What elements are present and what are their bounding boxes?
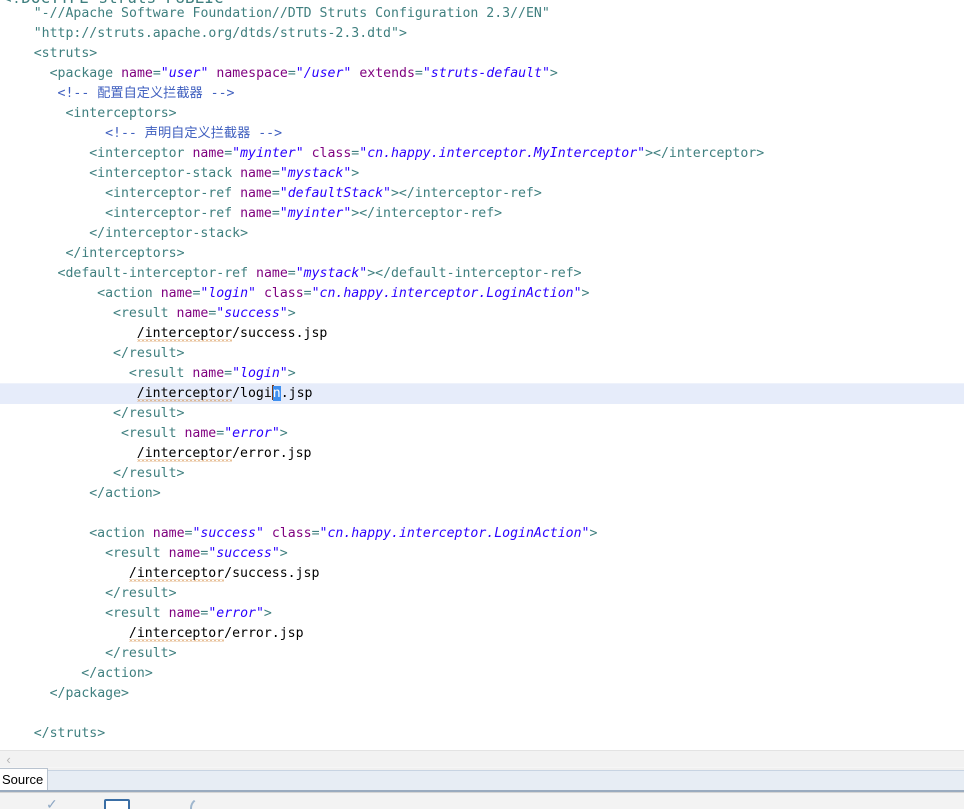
code-line[interactable]: <package name="user" namespace="/user" e… xyxy=(0,64,964,84)
code-line[interactable]: <result name="error"> xyxy=(0,604,964,624)
clipped-bottom-toolbar[interactable]: ✓ xyxy=(0,792,964,809)
code-line[interactable]: <interceptor-ref name="defaultStack"></i… xyxy=(0,184,964,204)
code-line[interactable]: </action> xyxy=(0,484,964,504)
code-line[interactable]: <interceptor-ref name="myinter"></interc… xyxy=(0,204,964,224)
code-line[interactable]: <struts> xyxy=(0,44,964,64)
partial-toolbar-icon-arc[interactable] xyxy=(190,796,220,809)
code-line[interactable]: </result> xyxy=(0,344,964,364)
code-line[interactable]: </package> xyxy=(0,684,964,704)
code-line[interactable]: </result> xyxy=(0,404,964,424)
source-editor-area[interactable]: <!DOCTYPE struts PUBLIC "-//Apache Softw… xyxy=(0,0,964,750)
partial-toolbar-icon-left[interactable]: ✓ xyxy=(46,797,58,809)
code-line[interactable]: <default-interceptor-ref name="mystack">… xyxy=(0,264,964,284)
horizontal-scrollbar[interactable]: ‹ xyxy=(0,750,964,769)
code-line[interactable]: <interceptor name="myinter" class="cn.ha… xyxy=(0,144,964,164)
code-line[interactable] xyxy=(0,504,964,524)
code-line[interactable]: </result> xyxy=(0,464,964,484)
code-line[interactable]: /interceptor/success.jsp xyxy=(0,324,964,344)
code-line[interactable]: <action name="success" class="cn.happy.i… xyxy=(0,524,964,544)
code-line[interactable]: <interceptors> xyxy=(0,104,964,124)
code-line[interactable]: "http://struts.apache.org/dtds/struts-2.… xyxy=(0,24,964,44)
code-line[interactable]: </struts> xyxy=(0,724,964,744)
code-line[interactable]: <result name="success"> xyxy=(0,304,964,324)
code-line[interactable]: <result name="success"> xyxy=(0,544,964,564)
code-line[interactable]: <!-- 声明自定义拦截器 --> xyxy=(0,124,964,144)
code-line[interactable]: <result name="login"> xyxy=(0,364,964,384)
code-line[interactable]: <action name="login" class="cn.happy.int… xyxy=(0,284,964,304)
code-line[interactable]: </interceptors> xyxy=(0,244,964,264)
code-line[interactable]: "-//Apache Software Foundation//DTD Stru… xyxy=(0,4,964,24)
code-line[interactable]: <interceptor-stack name="mystack"> xyxy=(0,164,964,184)
tab-source[interactable]: Source xyxy=(0,768,49,791)
tab-strip-background xyxy=(0,770,964,791)
code-line[interactable]: <result name="error"> xyxy=(0,424,964,444)
code-line[interactable] xyxy=(0,704,964,724)
code-line[interactable]: </result> xyxy=(0,584,964,604)
code-line[interactable]: </interceptor-stack> xyxy=(0,224,964,244)
code-line[interactable]: /interceptor/error.jsp xyxy=(0,624,964,644)
code-line[interactable]: </result> xyxy=(0,644,964,664)
editor-tab-strip[interactable]: Source xyxy=(0,768,964,792)
scroll-left-arrow-icon[interactable]: ‹ xyxy=(2,752,15,767)
code-line[interactable]: /interceptor/success.jsp xyxy=(0,564,964,584)
code-line[interactable]: <!-- 配置自定义拦截器 --> xyxy=(0,84,964,104)
code-line[interactable]: /interceptor/error.jsp xyxy=(0,444,964,464)
xml-editor-window: <!DOCTYPE struts PUBLIC "-//Apache Softw… xyxy=(0,0,964,809)
code-lines-container[interactable]: "-//Apache Software Foundation//DTD Stru… xyxy=(0,4,964,744)
code-line[interactable]: </action> xyxy=(0,664,964,684)
code-line[interactable]: /interceptor/login.jsp xyxy=(0,383,964,404)
